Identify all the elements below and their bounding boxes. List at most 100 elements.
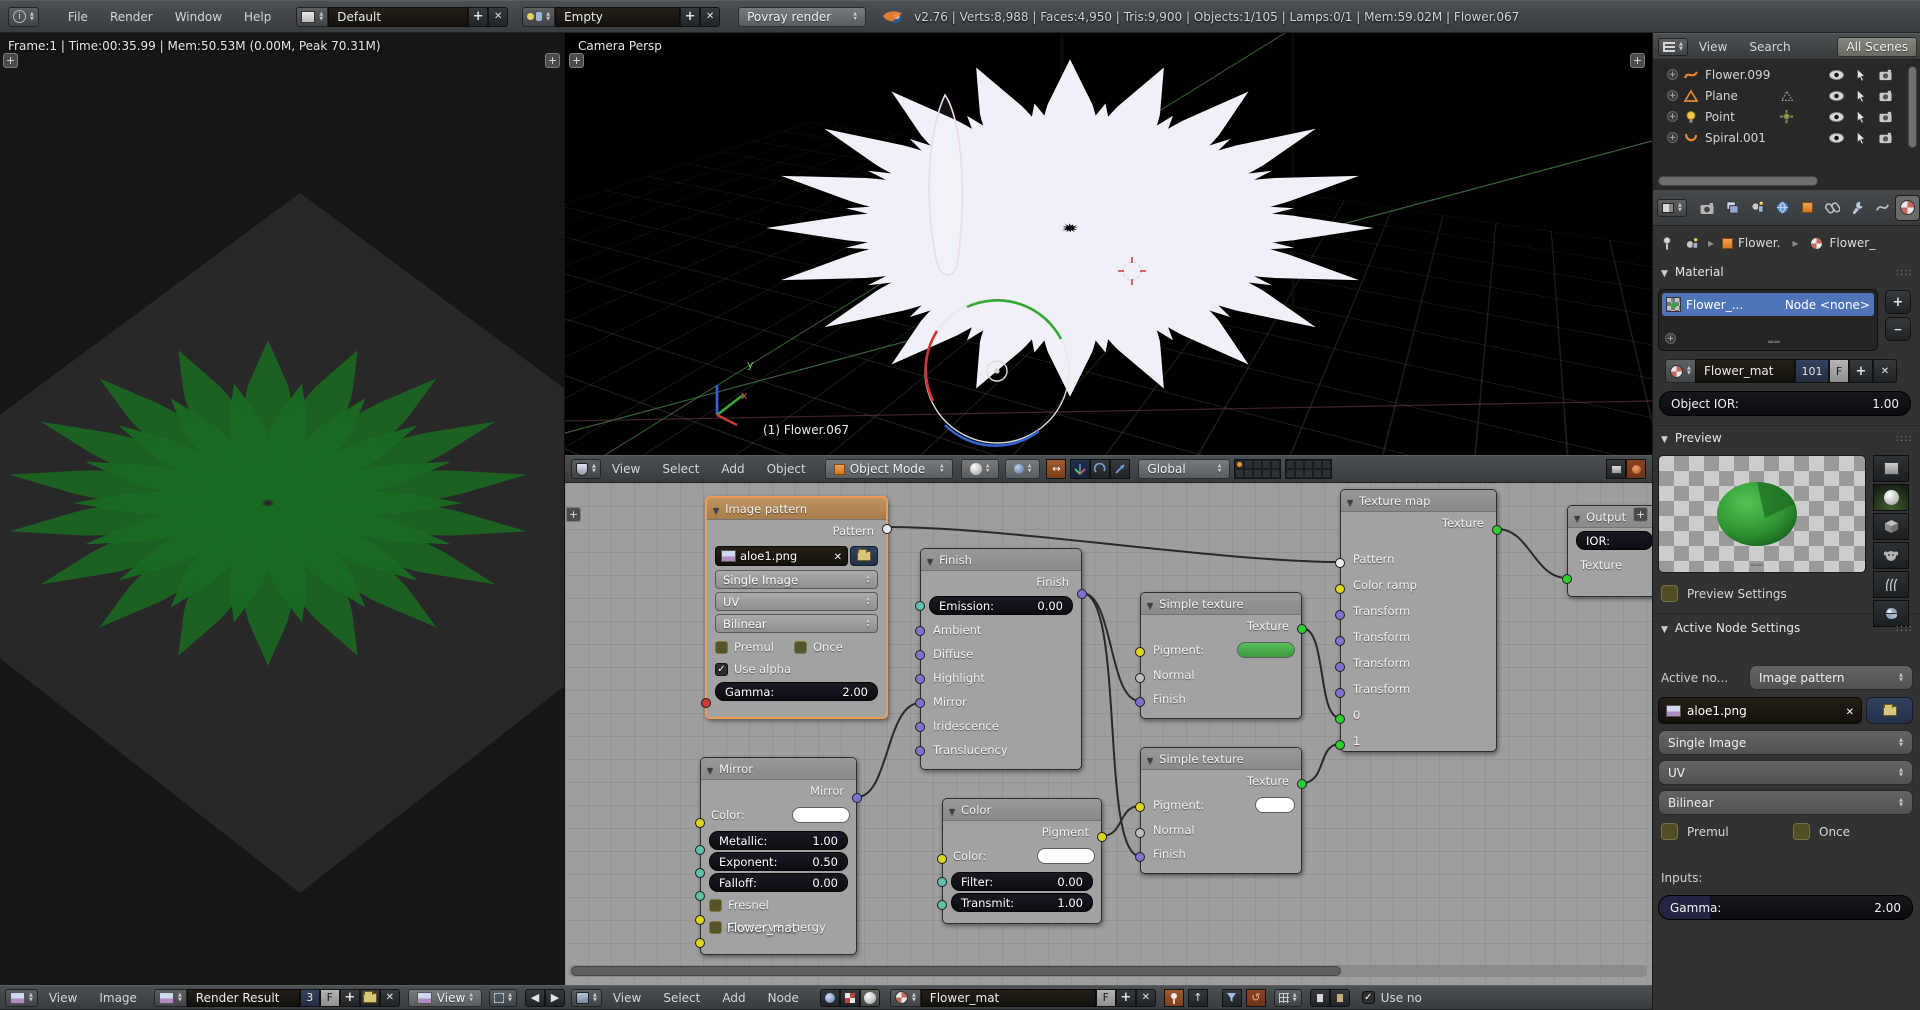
menu-search[interactable]: Search — [1738, 40, 1801, 54]
interpolation-select[interactable]: Bilinear — [1658, 790, 1913, 815]
collapse-icon[interactable] — [1347, 494, 1359, 508]
menu-view[interactable]: View — [601, 462, 651, 476]
tab-constraints[interactable] — [1820, 195, 1845, 221]
preview-settings-checkbox[interactable] — [1661, 585, 1678, 602]
preview-cube-button[interactable] — [1873, 513, 1909, 540]
pin-toggle[interactable] — [1164, 989, 1184, 1007]
panel-grip[interactable]: :::: — [1896, 433, 1913, 444]
once-checkbox[interactable] — [794, 641, 807, 654]
layers-grid-2[interactable] — [1285, 459, 1332, 479]
socket-pattern-input[interactable] — [1335, 558, 1345, 568]
menu-add[interactable]: Add — [710, 462, 755, 476]
pigment-color-swatch[interactable] — [1255, 797, 1295, 813]
menu-view[interactable]: View — [38, 991, 88, 1005]
socket-transform-input[interactable] — [1335, 636, 1345, 646]
outliner-row-plane[interactable]: + Plane — [1653, 85, 1920, 106]
remove-material-slot-button[interactable]: − — [1885, 317, 1911, 341]
preview-flat-button[interactable] — [1873, 455, 1909, 482]
delete-scene-button[interactable] — [700, 7, 720, 27]
object-ior-slider[interactable]: Object IOR:1.00 — [1659, 391, 1911, 416]
material-browse-button[interactable] — [1665, 359, 1696, 383]
delete-layout-button[interactable] — [488, 7, 508, 27]
node-color[interactable]: Color Pigment Color: Filter:0.00 Transmi… — [942, 798, 1102, 924]
renderable-camera-icon[interactable] — [1878, 68, 1893, 81]
socket-metallic-input[interactable] — [695, 845, 705, 855]
selectable-cursor-icon[interactable] — [1854, 131, 1868, 145]
unlink-image-button[interactable] — [380, 989, 400, 1007]
fake-user-toggle[interactable]: F — [1096, 989, 1116, 1007]
mirror-color-swatch[interactable] — [792, 807, 850, 823]
socket-transform-input[interactable] — [1335, 688, 1345, 698]
layer-cell[interactable] — [1235, 460, 1244, 469]
socket-pigment-output[interactable] — [1097, 832, 1107, 842]
mapping-select[interactable]: UV — [1658, 760, 1913, 785]
expand-icon[interactable]: + — [1667, 90, 1678, 101]
outliner-v-scrollbar[interactable] — [1908, 66, 1917, 148]
collapse-icon[interactable] — [1147, 597, 1159, 611]
pigment-color-swatch[interactable] — [1237, 642, 1295, 658]
interpolation-select[interactable]: Bilinear — [715, 614, 878, 633]
pass-index[interactable]: 3 — [300, 989, 320, 1007]
new-material-button[interactable] — [1116, 989, 1136, 1007]
translate-manipulator-button[interactable] — [1070, 459, 1090, 479]
fresnel-checkbox[interactable] — [709, 899, 722, 912]
socket-normal-input[interactable] — [1135, 673, 1145, 683]
socket-pigment-input[interactable] — [1135, 647, 1145, 657]
selectable-cursor-icon[interactable] — [1854, 68, 1868, 82]
expand-region-icon[interactable]: + — [1633, 507, 1648, 522]
menu-view[interactable]: View — [1688, 40, 1738, 54]
emission-slider[interactable]: Emission:0.00 — [929, 596, 1073, 615]
node-type-select[interactable]: Image pattern — [1749, 665, 1913, 690]
material-users-count[interactable]: 101 — [1795, 359, 1829, 383]
socket-fresnel-input[interactable] — [695, 915, 705, 925]
panel-grip[interactable]: :::: — [1896, 623, 1913, 634]
menu-object[interactable]: Object — [756, 462, 817, 476]
filter-slider[interactable]: Filter:0.00 — [951, 872, 1093, 891]
menu-view[interactable]: View — [602, 991, 652, 1005]
metallic-slider[interactable]: Metallic:1.00 — [709, 831, 848, 850]
pivot-select[interactable] — [489, 989, 517, 1007]
use-nodes-checkbox[interactable] — [1362, 991, 1375, 1004]
editor-type-3dview-button[interactable] — [571, 459, 601, 479]
premul-checkbox[interactable] — [715, 641, 728, 654]
socket-finish-input[interactable] — [1135, 852, 1145, 862]
paste-nodes-button[interactable] — [1330, 989, 1350, 1007]
menu-window[interactable]: Window — [164, 10, 233, 24]
tab-object[interactable] — [1795, 195, 1820, 221]
node-group-button[interactable] — [1222, 989, 1242, 1007]
auto-render-toggle[interactable]: ↺ — [1246, 989, 1266, 1007]
tab-scene[interactable] — [1745, 195, 1770, 221]
socket-color-input[interactable] — [695, 818, 705, 828]
preview-hair-button[interactable] — [1873, 571, 1909, 598]
outliner-h-scrollbar[interactable] — [1658, 176, 1818, 186]
menu-add[interactable]: Add — [711, 991, 756, 1005]
preview-sphere-button[interactable] — [1873, 484, 1909, 511]
next-frame-button[interactable]: ▶ — [545, 989, 565, 1007]
socket-iridescence-input[interactable] — [915, 722, 925, 732]
new-image-button[interactable] — [340, 989, 360, 1007]
menu-help[interactable]: Help — [233, 10, 282, 24]
expand-region-icon[interactable]: + — [1630, 53, 1645, 68]
visibility-eye-icon[interactable] — [1829, 112, 1844, 122]
socket-diffuse-input[interactable] — [915, 650, 925, 660]
exponent-slider[interactable]: Exponent:0.50 — [709, 852, 848, 871]
socket-filter-input[interactable] — [937, 877, 947, 887]
copy-nodes-button[interactable] — [1310, 989, 1330, 1007]
pin-icon[interactable] — [1661, 236, 1674, 250]
shader-type-object-button[interactable] — [820, 989, 840, 1007]
material-slot-selected[interactable]: Flower_... Node <none> — [1662, 293, 1874, 316]
socket-pigment-input[interactable] — [1135, 802, 1145, 812]
socket-texture-input[interactable] — [1562, 574, 1572, 584]
collapse-icon[interactable] — [1147, 752, 1159, 766]
image-name-field[interactable]: Render Result — [187, 989, 300, 1007]
lock-to-scene-button[interactable] — [1606, 459, 1626, 479]
color-swatch[interactable] — [1037, 848, 1095, 864]
h-scrollbar-track[interactable] — [569, 965, 1647, 977]
flower-mesh[interactable] — [766, 59, 1374, 397]
open-image-button[interactable] — [1866, 697, 1913, 724]
socket-ambient-input[interactable] — [915, 626, 925, 636]
node-simple-texture-2[interactable]: Simple texture Texture Pigment: Normal F… — [1140, 747, 1302, 874]
expand-region-icon[interactable]: + — [3, 53, 18, 68]
menu-select[interactable]: Select — [651, 462, 710, 476]
material-name-field[interactable]: Flower_mat — [921, 989, 1096, 1007]
